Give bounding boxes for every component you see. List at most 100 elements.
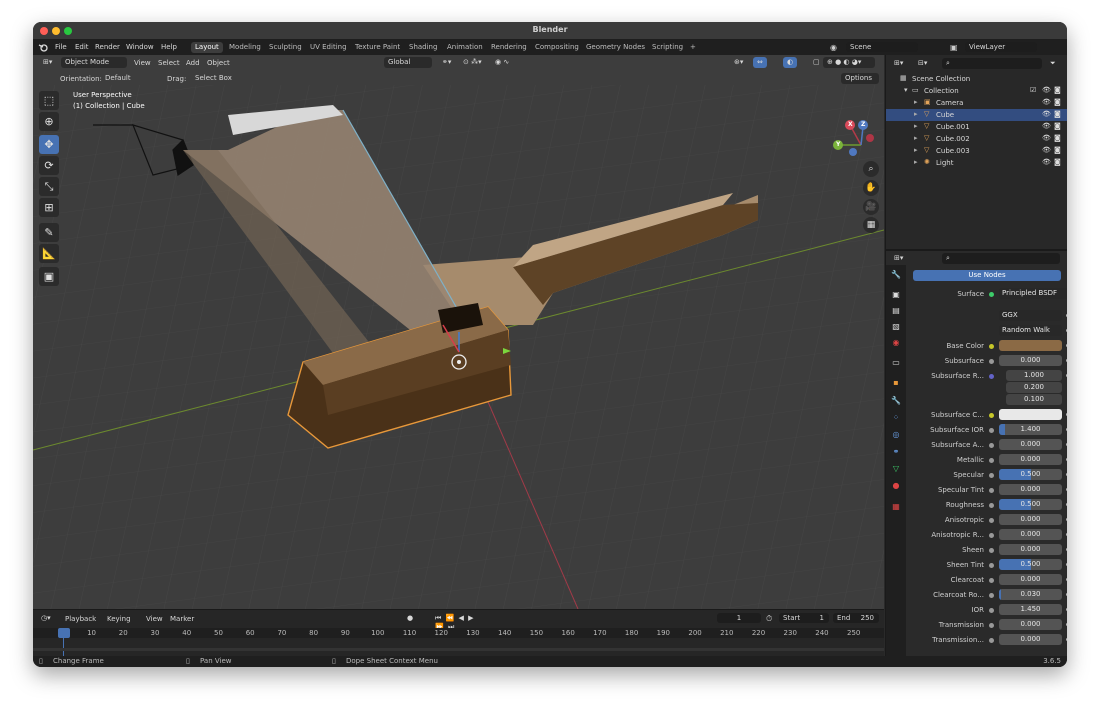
tab-modeling[interactable]: Modeling [225,42,265,53]
property-value-slider[interactable]: 0.000 [999,529,1062,540]
animate-property-dot[interactable] [1066,533,1067,536]
object-mode-selector[interactable]: Object Mode [61,57,127,68]
property-value-slider[interactable]: 0.000 [999,439,1062,450]
timeline[interactable]: ◷▾ Playback Keying View Marker ● ⏮ ⏪ ◀ ▶… [33,609,884,656]
current-frame-field[interactable]: 1 [717,613,761,623]
scene-selector[interactable]: Scene [846,42,918,52]
viewport-menu-add[interactable]: Add [186,59,200,67]
expand-arrow-icon[interactable]: ▸ [914,122,918,130]
collection-camera-icon[interactable]: ◙ [1054,86,1061,94]
subsurface-radius-y[interactable]: 0.200 [1006,382,1062,393]
property-value-slider[interactable]: 0.000 [999,544,1062,555]
subsurface-method-anim-dot[interactable] [1066,329,1067,332]
menu-edit[interactable]: Edit [75,43,89,51]
animate-property-dot[interactable] [1066,623,1067,626]
property-value-slider[interactable]: 0.500 [999,469,1062,480]
tab-shading[interactable]: Shading [405,42,441,53]
outliner-item[interactable]: ▸ ▽ Cube.003 👁 ◙ [886,145,1067,157]
constraints-tab-icon[interactable]: ⚭ [890,446,902,458]
animate-property-dot[interactable] [1066,518,1067,521]
base-color-anim-dot[interactable] [1066,344,1067,347]
animate-property-dot[interactable] [1066,428,1067,431]
collection-checkbox-icon[interactable]: ☑ [1030,86,1036,94]
view-layer-selector[interactable]: ViewLayer [965,42,1037,52]
tab-uv-editing[interactable]: UV Editing [306,42,351,53]
render-visibility-icon[interactable]: ◙ [1054,122,1061,130]
record-keyframe-icon[interactable]: ● [403,613,417,624]
subsurface-radius-x[interactable]: 1.000 [1006,370,1062,381]
tab-sculpting[interactable]: Sculpting [265,42,306,53]
3d-viewport[interactable]: X Y Z ⊞▾ Object Mode View Select Add Obj… [33,55,884,609]
grid-toggle-icon[interactable]: ▦ [863,217,879,233]
material-tab-icon[interactable]: ● [890,480,902,492]
scene-tab-icon[interactable]: ◉ [890,337,902,349]
timeline-view-menu[interactable]: View [146,615,163,623]
expand-arrow-icon[interactable]: ▸ [914,98,918,106]
distribution-anim-dot[interactable] [1066,314,1067,317]
menu-window[interactable]: Window [126,43,154,51]
outliner-item[interactable]: ▸ ▽ Cube.002 👁 ◙ [886,133,1067,145]
animate-property-dot[interactable] [1066,548,1067,551]
start-frame-field[interactable]: Start 1 [779,613,829,623]
property-value-slider[interactable]: 0.500 [999,499,1062,510]
timeline-keying-menu[interactable]: Keying [107,615,131,623]
viewport-scene[interactable] [33,55,884,609]
properties-editor[interactable]: ⊞▾ ⌕ 🔧 ▣ ▤ ▧ ◉ ▭ ▪ 🔧 ⁘ ◎ ⚭ ▽ ● ▦ Use Nod… [885,249,1067,658]
tab-rendering[interactable]: Rendering [487,42,531,53]
output-tab-icon[interactable]: ▤ [890,305,902,317]
viewport-menu-select[interactable]: Select [158,59,180,67]
rotate-tool-icon[interactable]: ⟳ [39,156,59,175]
expand-arrow-icon[interactable]: ▸ [914,134,918,142]
visibility-eye-icon[interactable]: 👁 [1042,122,1051,130]
blender-logo-icon[interactable] [38,43,48,52]
camera-view-icon[interactable]: 🎥 [863,199,879,215]
outliner-item[interactable]: ▸ ▽ Cube.001 👁 ◙ [886,121,1067,133]
animate-property-dot[interactable] [1066,608,1067,611]
playback-controls[interactable]: ⏮ ⏪ ◀ ▶ ⏩ ⏭ [431,613,491,631]
orientation-default-selector[interactable]: Default [101,73,161,84]
outliner-item[interactable]: ▸ ▽ Cube 👁 ◙ [886,109,1067,121]
timeline-editor-icon[interactable]: ◷▾ [37,613,55,624]
select-box-tool-icon[interactable]: ⬚ [39,91,59,110]
expand-arrow-icon[interactable]: ▸ [914,110,918,118]
collection-tab-icon[interactable]: ▭ [890,357,902,369]
render-visibility-icon[interactable]: ◙ [1054,98,1061,106]
tab-geometry-nodes[interactable]: Geometry Nodes [582,42,649,53]
base-color-swatch[interactable] [999,340,1062,351]
render-visibility-icon[interactable]: ◙ [1054,110,1061,118]
animate-property-dot[interactable] [1066,473,1067,476]
property-value-slider[interactable]: 0.000 [999,454,1062,465]
measure-tool-icon[interactable]: 📐 [39,244,59,263]
render-visibility-icon[interactable]: ◙ [1054,146,1061,154]
outliner-editor-icon[interactable]: ⊞▾ [890,58,907,69]
animate-property-dot[interactable] [1066,443,1067,446]
visibility-eye-icon[interactable]: 👁 [1042,98,1051,106]
timeline-scrollbar[interactable] [33,648,884,651]
tab-animation[interactable]: Animation [443,42,487,53]
visibility-eye-icon[interactable]: 👁 [1042,134,1051,142]
render-visibility-icon[interactable]: ◙ [1054,158,1061,166]
end-frame-field[interactable]: End 250 [833,613,879,623]
subsurface-radius-z[interactable]: 0.100 [1006,394,1062,405]
animate-property-dot[interactable] [1066,563,1067,566]
render-visibility-icon[interactable]: ◙ [1054,134,1061,142]
animate-property-dot[interactable] [1066,578,1067,581]
property-value-slider[interactable]: 1.400 [999,424,1062,435]
render-tab-icon[interactable]: ▣ [890,289,902,301]
subsurface-method-selector[interactable]: Random Walk [999,325,1062,336]
tab-texture-paint[interactable]: Texture Paint [351,42,404,53]
transform-tool-icon[interactable]: ⊞ [39,198,59,217]
animate-property-dot[interactable] [1066,458,1067,461]
property-value-slider[interactable]: 0.030 [999,589,1062,600]
visibility-eye-icon[interactable]: 👁 [1042,110,1051,118]
xray-icon[interactable]: ▢ [809,57,824,68]
gizmo-toggle-icon[interactable]: ⇔ [753,57,767,68]
property-value-slider[interactable]: 0.000 [999,619,1062,630]
overlay-toggle-icon[interactable]: ◐ [783,57,798,68]
expand-arrow-icon[interactable]: ▸ [914,146,918,154]
outliner-item[interactable]: ▸ ✺ Light 👁 ◙ [886,157,1067,169]
animate-property-dot[interactable] [1066,503,1067,506]
shading-mode-buttons[interactable]: ⊕ ● ◐ ◕▾ [823,57,875,68]
outliner-search-input[interactable]: ⌕ [942,58,1042,69]
outliner-collection[interactable]: ▾ ▭ Collection ☑ 👁 ◙ [886,85,1067,97]
